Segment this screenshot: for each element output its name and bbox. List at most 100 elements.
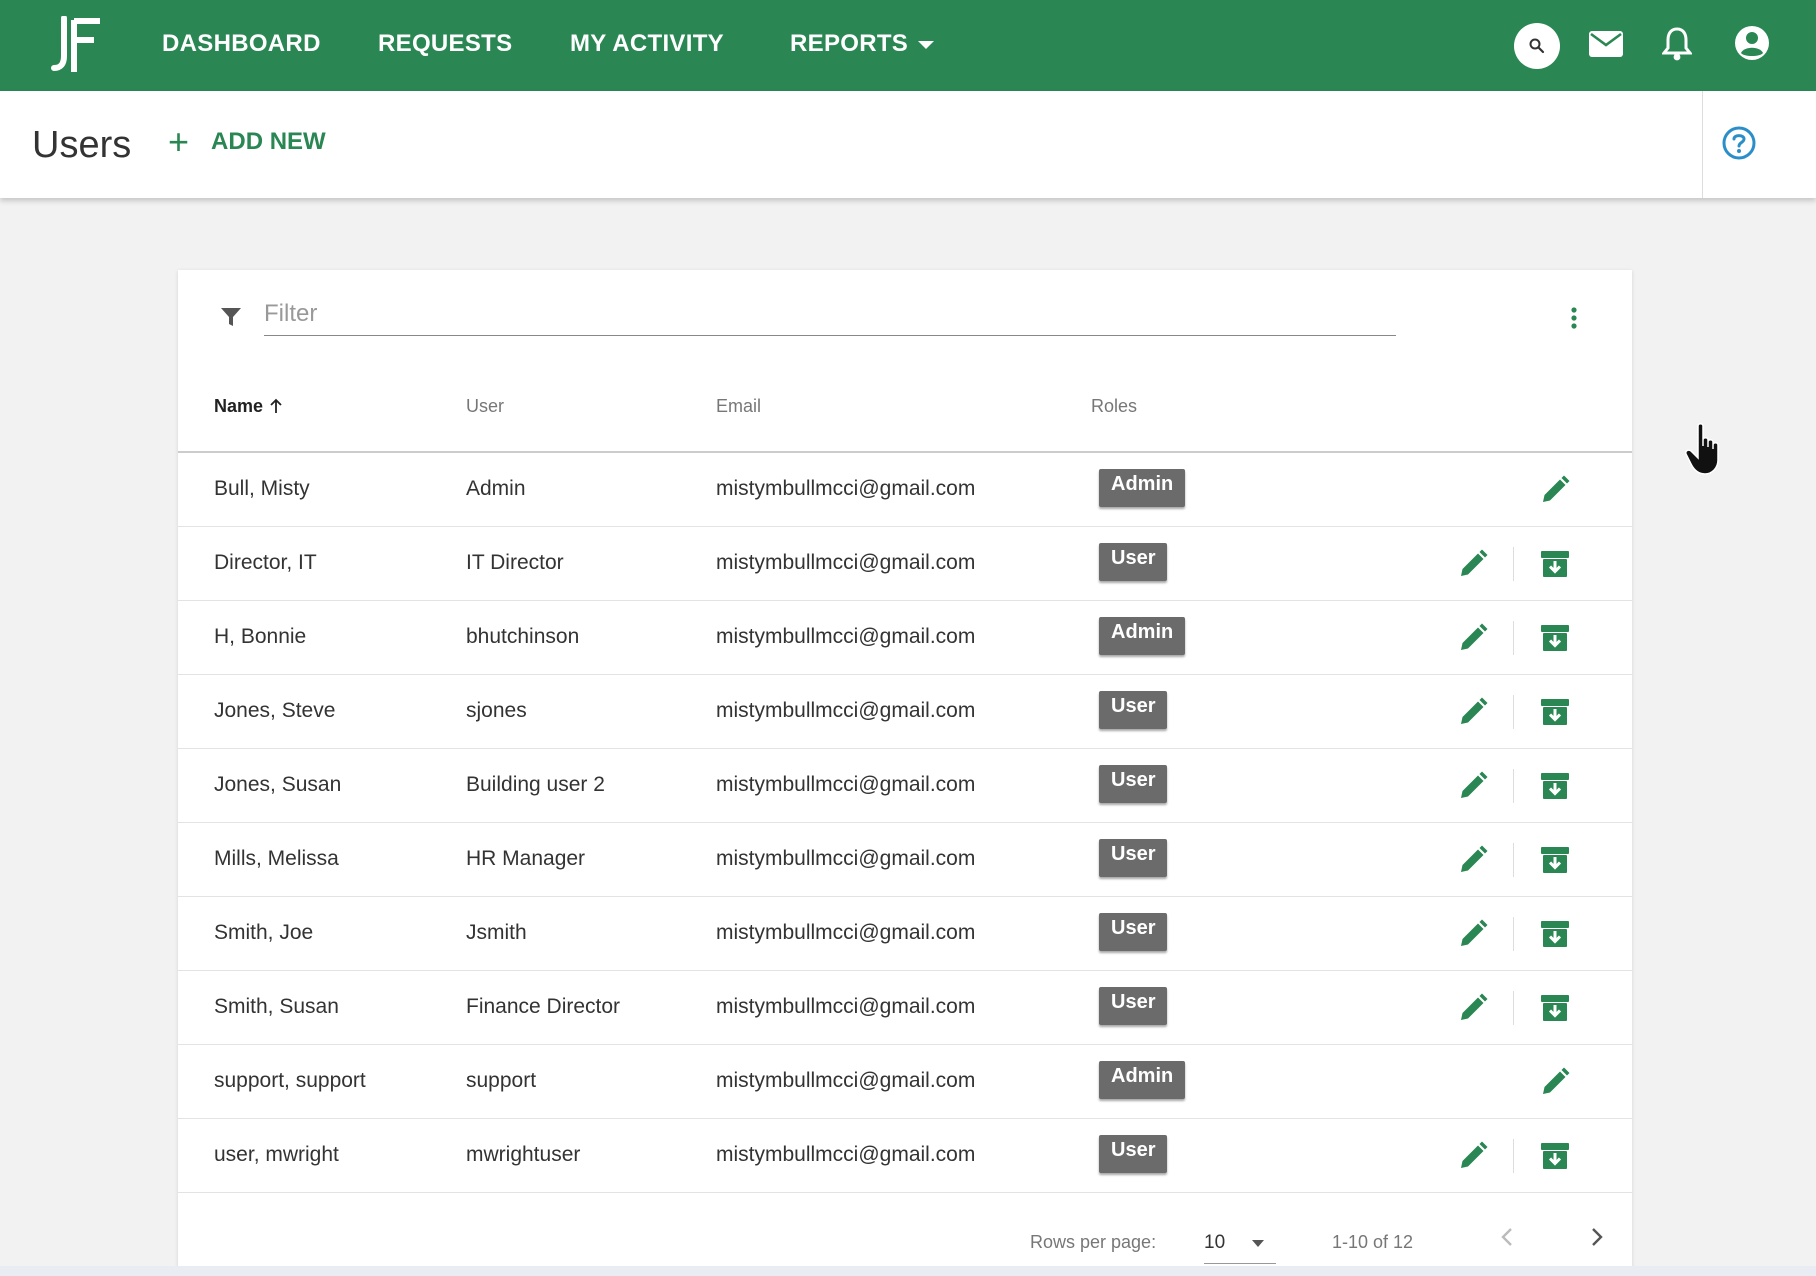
cell-email: mistymbullmcci@gmail.com xyxy=(716,477,976,500)
previous-page-button[interactable] xyxy=(1496,1225,1520,1254)
action-divider xyxy=(1513,1139,1514,1173)
cell-user: HR Manager xyxy=(466,847,586,870)
edit-button[interactable] xyxy=(1457,770,1489,807)
cell-name: Mills, Melissa xyxy=(214,847,339,870)
table-row[interactable]: Smith, Joe Jsmith mistymbullmcci@gmail.com… xyxy=(178,897,1632,971)
cell-user: mwrightuser xyxy=(466,1143,581,1166)
archive-button[interactable] xyxy=(1539,992,1571,1029)
cell-user: Jsmith xyxy=(466,921,527,944)
cell-email: mistymbullmcci@gmail.com xyxy=(716,551,976,574)
archive-icon xyxy=(1539,625,1571,658)
next-page-button[interactable] xyxy=(1584,1225,1608,1254)
rows-per-page-select[interactable]: 10 xyxy=(1204,1224,1276,1264)
edit-button[interactable] xyxy=(1457,548,1489,585)
edit-button[interactable] xyxy=(1457,1140,1489,1177)
table-row[interactable]: Smith, Susan Finance Director mistymbullmc… xyxy=(178,971,1632,1045)
table-row[interactable]: Mills, Melissa HR Manager mistymbullmcci@g… xyxy=(178,823,1632,897)
cell-email: mistymbullmcci@gmail.com xyxy=(716,625,976,648)
cell-email: mistymbullmcci@gmail.com xyxy=(716,773,976,796)
edit-button[interactable] xyxy=(1457,844,1489,881)
cell-user: sjones xyxy=(466,699,527,722)
cell-email: mistymbullmcci@gmail.com xyxy=(716,847,976,870)
archive-icon xyxy=(1539,1143,1571,1176)
archive-icon xyxy=(1539,699,1571,732)
column-header-roles[interactable]: Roles xyxy=(1091,396,1137,417)
column-header-name[interactable]: Name xyxy=(214,396,284,417)
pencil-icon xyxy=(1457,697,1489,732)
account-button[interactable] xyxy=(1734,25,1770,66)
archive-button[interactable] xyxy=(1539,696,1571,733)
table-row[interactable]: Jones, Susan Building user 2 mistymbullmcc… xyxy=(178,749,1632,823)
logo-icon xyxy=(51,15,100,72)
role-badge: User xyxy=(1099,839,1168,877)
cell-name: Smith, Joe xyxy=(214,921,314,944)
more-options-button[interactable] xyxy=(1570,306,1578,335)
pencil-icon xyxy=(1457,845,1489,880)
archive-icon xyxy=(1539,551,1571,584)
action-divider xyxy=(1513,843,1514,877)
archive-button[interactable] xyxy=(1539,770,1571,807)
cell-email: mistymbullmcci@gmail.com xyxy=(716,995,976,1018)
pencil-icon xyxy=(1457,771,1489,806)
edit-button[interactable] xyxy=(1457,696,1489,733)
chevron-down-icon xyxy=(1252,1240,1264,1247)
cell-name: Jones, Susan xyxy=(214,773,342,796)
nav-my-activity[interactable]: MY ACTIVITY xyxy=(570,30,724,58)
nav-reports[interactable]: REPORTS xyxy=(790,30,935,58)
pencil-icon xyxy=(1457,993,1489,1028)
edit-button[interactable] xyxy=(1539,474,1571,511)
archive-button[interactable] xyxy=(1539,844,1571,881)
archive-button[interactable] xyxy=(1539,918,1571,955)
filter-input[interactable] xyxy=(264,292,1396,336)
nav-requests[interactable]: REQUESTS xyxy=(378,30,512,58)
search-button[interactable] xyxy=(1514,23,1560,69)
table-row[interactable]: H, Bonnie bhutchinson mistymbullmcci@gmail… xyxy=(178,601,1632,675)
hand-cursor-icon xyxy=(1684,422,1730,483)
action-divider xyxy=(1513,547,1514,581)
page-title: Users xyxy=(32,124,132,166)
cell-name: H, Bonnie xyxy=(214,625,307,648)
archive-button[interactable] xyxy=(1539,548,1571,585)
action-divider xyxy=(1513,991,1514,1025)
arrow-up-icon xyxy=(270,398,282,413)
pencil-icon xyxy=(1539,1067,1571,1102)
role-badge: Admin xyxy=(1099,1061,1186,1099)
cell-user: IT Director xyxy=(466,551,564,574)
edit-button[interactable] xyxy=(1457,622,1489,659)
table-row[interactable]: support, support support mistymbullmcci@gm… xyxy=(178,1045,1632,1119)
pencil-icon xyxy=(1457,919,1489,954)
more-vertical-icon xyxy=(1571,307,1577,329)
cell-name: support, support xyxy=(214,1069,366,1092)
pencil-icon xyxy=(1457,549,1489,584)
table-row[interactable]: Bull, Misty Admin mistymbullmcci@gmail.com… xyxy=(178,453,1632,527)
logo[interactable] xyxy=(48,15,106,74)
table-row[interactable]: Jones, Steve sjones mistymbullmcci@gmail.c… xyxy=(178,675,1632,749)
action-divider xyxy=(1513,917,1514,951)
help-button[interactable] xyxy=(1721,125,1757,166)
table-row[interactable]: Director, IT IT Director mistymbullmcci@gm… xyxy=(178,527,1632,601)
role-badge: User xyxy=(1099,987,1168,1025)
chevron-down-icon xyxy=(918,40,935,49)
cell-email: mistymbullmcci@gmail.com xyxy=(716,921,976,944)
cell-email: mistymbullmcci@gmail.com xyxy=(716,699,976,722)
add-new-button[interactable]: + ADD NEW xyxy=(168,121,326,162)
mail-button[interactable] xyxy=(1588,30,1624,63)
column-header-email[interactable]: Email xyxy=(716,396,761,417)
archive-button[interactable] xyxy=(1539,1140,1571,1177)
notifications-button[interactable] xyxy=(1660,26,1694,67)
nav-dashboard[interactable]: DASHBOARD xyxy=(162,30,321,58)
column-header-user[interactable]: User xyxy=(466,396,504,417)
cell-user: Finance Director xyxy=(466,995,621,1018)
edit-button[interactable] xyxy=(1457,918,1489,955)
edit-button[interactable] xyxy=(1539,1066,1571,1103)
archive-button[interactable] xyxy=(1539,622,1571,659)
edit-button[interactable] xyxy=(1457,992,1489,1029)
role-badge: User xyxy=(1099,543,1168,581)
plus-icon: + xyxy=(168,121,190,162)
add-new-label: ADD NEW xyxy=(211,128,326,155)
table-row[interactable]: user, mwright mwrightuser mistymbullmcci@g… xyxy=(178,1119,1632,1193)
cell-name: Jones, Steve xyxy=(214,699,336,722)
cell-user: bhutchinson xyxy=(466,625,580,648)
archive-icon xyxy=(1539,995,1571,1028)
action-divider xyxy=(1513,769,1514,803)
